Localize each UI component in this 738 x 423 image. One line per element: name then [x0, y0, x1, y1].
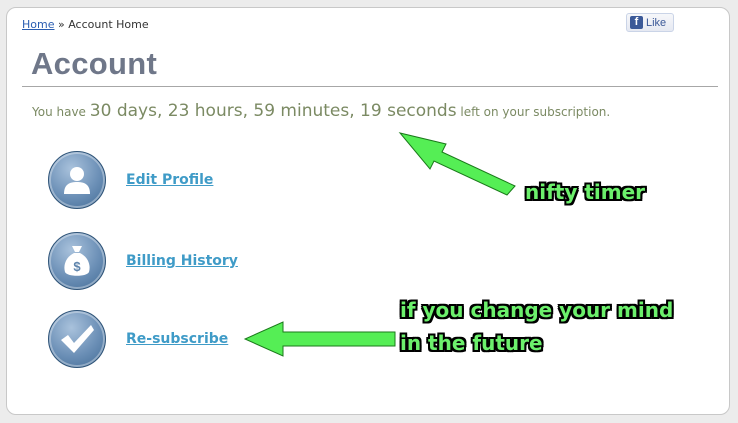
timer-arrow: [398, 132, 516, 196]
resubscribe-annotation-line1: if you change your mind: [400, 298, 674, 322]
resubscribe-arrow: [243, 321, 396, 357]
annotation-arrows: [243, 132, 516, 357]
timer-annotation: nifty timer: [525, 180, 646, 204]
resubscribe-annotation-line2: in the future: [400, 331, 543, 355]
